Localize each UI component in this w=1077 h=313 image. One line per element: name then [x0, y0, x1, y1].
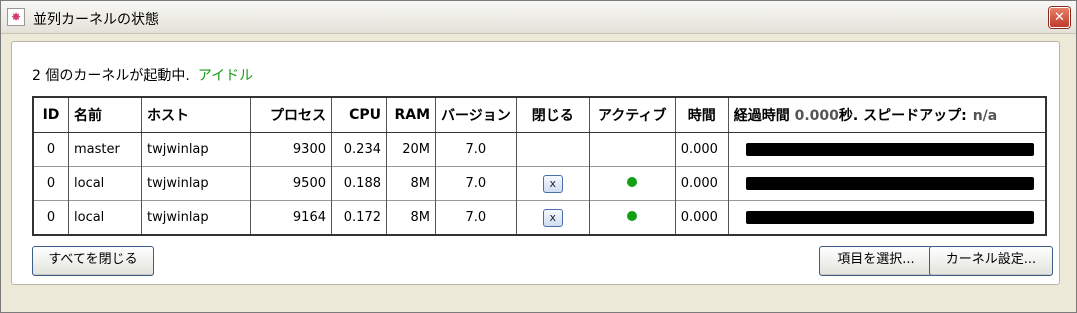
cell-id: 0 [33, 166, 69, 201]
cell-time: 0.000 [674, 200, 729, 235]
col-header-process[interactable]: プロセス [250, 97, 332, 133]
cell-time: 0.000 [674, 166, 729, 201]
col-header-time[interactable]: 時間 [674, 97, 729, 133]
select-items-button[interactable]: 項目を選択... [819, 246, 933, 276]
window-title: 並列カーネルの状態 [33, 12, 159, 28]
col-header-elapsed[interactable]: 経過時間 0.000秒. スピードアップ: n/a [727, 97, 1046, 133]
cell-host: twjwinlap [141, 166, 251, 201]
cell-name: local [68, 166, 142, 201]
progress-bar [745, 211, 1034, 224]
cell-version: 7.0 [435, 166, 517, 201]
cell-active [588, 200, 676, 235]
active-dot-icon [627, 211, 638, 221]
col-header-id[interactable]: ID [33, 97, 69, 133]
kernel-status-icon: ✸ [7, 8, 25, 26]
cell-host: twjwinlap [141, 132, 251, 167]
close-kernel-icon[interactable]: x [542, 174, 563, 193]
kernel-table: ID 名前 ホスト プロセス CPU RAM バージョン 閉じる アクティブ 時… [32, 96, 1047, 236]
col-header-name[interactable]: 名前 [68, 97, 142, 133]
close-all-button[interactable]: すべてを閉じる [32, 246, 154, 276]
close-window-button[interactable]: ✕ [1049, 7, 1070, 28]
speedup-label: スピードアップ: [863, 108, 967, 124]
active-dot-icon [627, 177, 638, 187]
status-state: アイドル [197, 68, 254, 84]
kernel-panel: 2 個のカーネルが起動中. アイドル ID 名前 ホスト プロセス CPU RAM… [11, 41, 1060, 285]
cell-close: x [515, 200, 590, 235]
cell-name: master [68, 132, 142, 167]
table-row[interactable]: 0 master twjwinlap 9300 0.234 20M 7.0 0.… [33, 132, 1046, 167]
kernel-settings-button[interactable]: カーネル設定... [929, 246, 1053, 276]
elapsed-value: 0.000 [794, 108, 839, 124]
table-header-row: ID 名前 ホスト プロセス CPU RAM バージョン 閉じる アクティブ 時… [33, 97, 1046, 133]
cell-name: local [68, 200, 142, 235]
col-header-cpu[interactable]: CPU [331, 97, 387, 133]
cell-host: twjwinlap [141, 200, 251, 235]
progress-bar [745, 177, 1034, 190]
cell-ram: 8M [386, 166, 436, 201]
cell-process: 9500 [250, 166, 332, 201]
kernel-status-window: ✸ 並列カーネルの状態 ✕ 2 個のカーネルが起動中. アイドル ID 名前 ホス… [0, 0, 1077, 313]
cell-id: 0 [33, 132, 69, 167]
table-row[interactable]: 0 local twjwinlap 9500 0.188 8M 7.0 x 0.… [33, 166, 1046, 201]
close-kernel-icon[interactable]: x [542, 208, 563, 227]
cell-close: x [515, 166, 590, 201]
cell-cpu: 0.188 [331, 166, 387, 201]
col-header-close[interactable]: 閉じる [515, 97, 590, 133]
col-header-ram[interactable]: RAM [386, 97, 436, 133]
cell-process: 9164 [250, 200, 332, 235]
cell-close [515, 132, 590, 167]
cell-cpu: 0.234 [331, 132, 387, 167]
progress-bar [745, 143, 1034, 156]
cell-active [588, 166, 676, 201]
cell-ram: 20M [386, 132, 436, 167]
status-text: 2 個のカーネルが起動中. [32, 68, 190, 84]
cell-version: 7.0 [435, 200, 517, 235]
cell-version: 7.0 [435, 132, 517, 167]
col-header-host[interactable]: ホスト [141, 97, 251, 133]
cell-progress [727, 200, 1046, 235]
cell-progress [727, 132, 1046, 167]
cell-active [588, 132, 676, 167]
col-header-version[interactable]: バージョン [435, 97, 517, 133]
cell-ram: 8M [386, 200, 436, 235]
cell-process: 9300 [250, 132, 332, 167]
status-line: 2 個のカーネルが起動中. アイドル [32, 65, 253, 85]
elapsed-label: 経過時間 [733, 108, 790, 124]
cell-cpu: 0.172 [331, 200, 387, 235]
cell-id: 0 [33, 200, 69, 235]
elapsed-unit: 秒. [838, 108, 859, 124]
cell-progress [727, 166, 1046, 201]
table-row[interactable]: 0 local twjwinlap 9164 0.172 8M 7.0 x 0.… [33, 200, 1046, 235]
col-header-active[interactable]: アクティブ [588, 97, 676, 133]
speedup-value: n/a [972, 108, 998, 124]
cell-time: 0.000 [674, 132, 729, 167]
title-bar[interactable]: ✸ 並列カーネルの状態 ✕ [1, 1, 1076, 34]
